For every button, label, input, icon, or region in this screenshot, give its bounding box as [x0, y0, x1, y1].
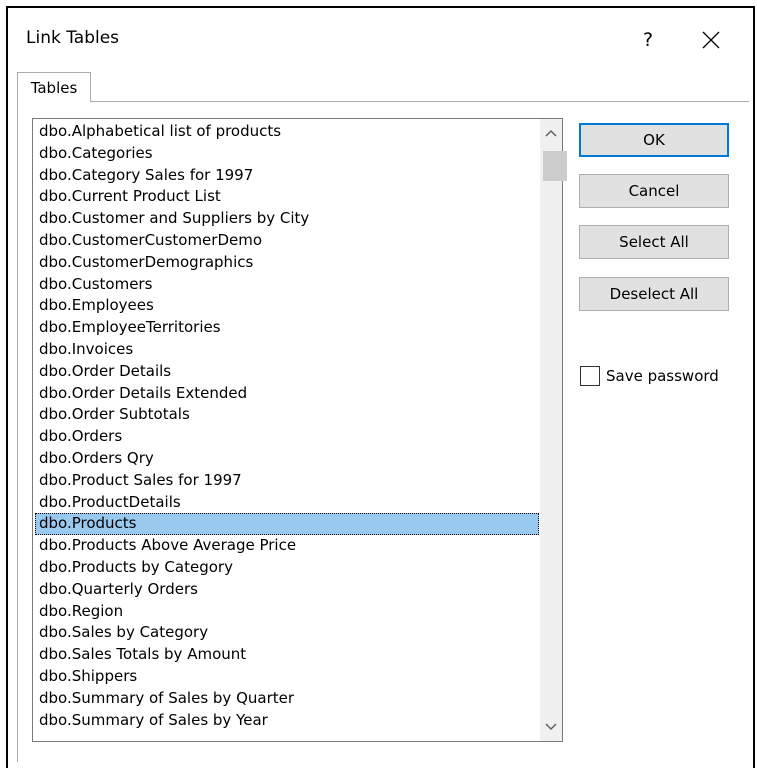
list-item[interactable]: dbo.Invoices — [35, 339, 539, 361]
list-item[interactable]: dbo.Alphabetical list of products — [35, 121, 539, 143]
list-item[interactable]: dbo.Quarterly Orders — [35, 579, 539, 601]
scroll-thumb[interactable] — [543, 151, 567, 181]
list-item[interactable]: dbo.Sales by Category — [35, 622, 539, 644]
deselect-all-button[interactable]: Deselect All — [579, 277, 729, 311]
close-button[interactable] — [684, 20, 738, 60]
scroll-down-button[interactable] — [540, 716, 562, 738]
scroll-up-button[interactable] — [540, 122, 562, 144]
list-item[interactable]: dbo.Categories — [35, 143, 539, 165]
list-item[interactable]: dbo.Orders — [35, 426, 539, 448]
save-password-option[interactable]: Save password — [580, 364, 719, 388]
close-icon — [702, 31, 720, 49]
cancel-button[interactable]: Cancel — [579, 174, 729, 208]
list-item[interactable]: dbo.Product Sales for 1997 — [35, 470, 539, 492]
tables-listbox[interactable]: dbo.Alphabetical list of products dbo.Cat… — [32, 118, 567, 742]
list-item[interactable]: dbo.Products by Category — [35, 557, 539, 579]
list-item[interactable]: dbo.CustomerCustomerDemo — [35, 230, 539, 252]
list-item[interactable]: dbo.Region — [35, 601, 539, 623]
list-item[interactable]: dbo.Order Subtotals — [35, 404, 539, 426]
tab-tables[interactable]: Tables — [17, 72, 91, 102]
vertical-scrollbar[interactable] — [540, 119, 567, 741]
list-item[interactable]: dbo.Order Details Extended — [35, 383, 539, 405]
list-item[interactable]: dbo.Sales Totals by Amount — [35, 644, 539, 666]
list-item[interactable]: dbo.Customer and Suppliers by City — [35, 208, 539, 230]
list-item[interactable]: dbo.Order Details — [35, 361, 539, 383]
list-item[interactable]: dbo.Category Sales for 1997 — [35, 165, 539, 187]
tab-label: Tables — [30, 78, 78, 97]
list-item[interactable]: dbo.Summary of Sales by Quarter — [35, 688, 539, 710]
dialog-title: Link Tables — [26, 28, 120, 48]
help-icon: ? — [642, 29, 654, 51]
list-item[interactable]: dbo.ProductDetails — [35, 492, 539, 514]
title-bar: Link Tables ? — [8, 8, 753, 70]
chevron-down-icon — [545, 723, 557, 731]
help-button[interactable]: ? — [628, 20, 668, 60]
select-all-button[interactable]: Select All — [579, 225, 729, 259]
list-item[interactable]: dbo.Summary of Sales by Year — [35, 710, 539, 732]
list-item[interactable]: dbo.Employees — [35, 295, 539, 317]
list-item[interactable]: dbo.CustomerDemographics — [35, 252, 539, 274]
list-item[interactable]: dbo.EmployeeTerritories — [35, 317, 539, 339]
save-password-checkbox[interactable] — [580, 366, 600, 386]
list-item[interactable]: dbo.Current Product List — [35, 186, 539, 208]
chevron-up-icon — [545, 129, 557, 137]
list-item[interactable]: dbo.Shippers — [35, 666, 539, 688]
list-item[interactable]: dbo.Products Above Average Price — [35, 535, 539, 557]
save-password-label: Save password — [606, 367, 719, 385]
ok-button[interactable]: OK — [579, 123, 729, 157]
list-item[interactable]: dbo.Products — [35, 513, 539, 536]
table-list: dbo.Alphabetical list of products dbo.Cat… — [35, 121, 539, 731]
list-item[interactable]: dbo.Orders Qry — [35, 448, 539, 470]
list-item[interactable]: dbo.Customers — [35, 274, 539, 296]
